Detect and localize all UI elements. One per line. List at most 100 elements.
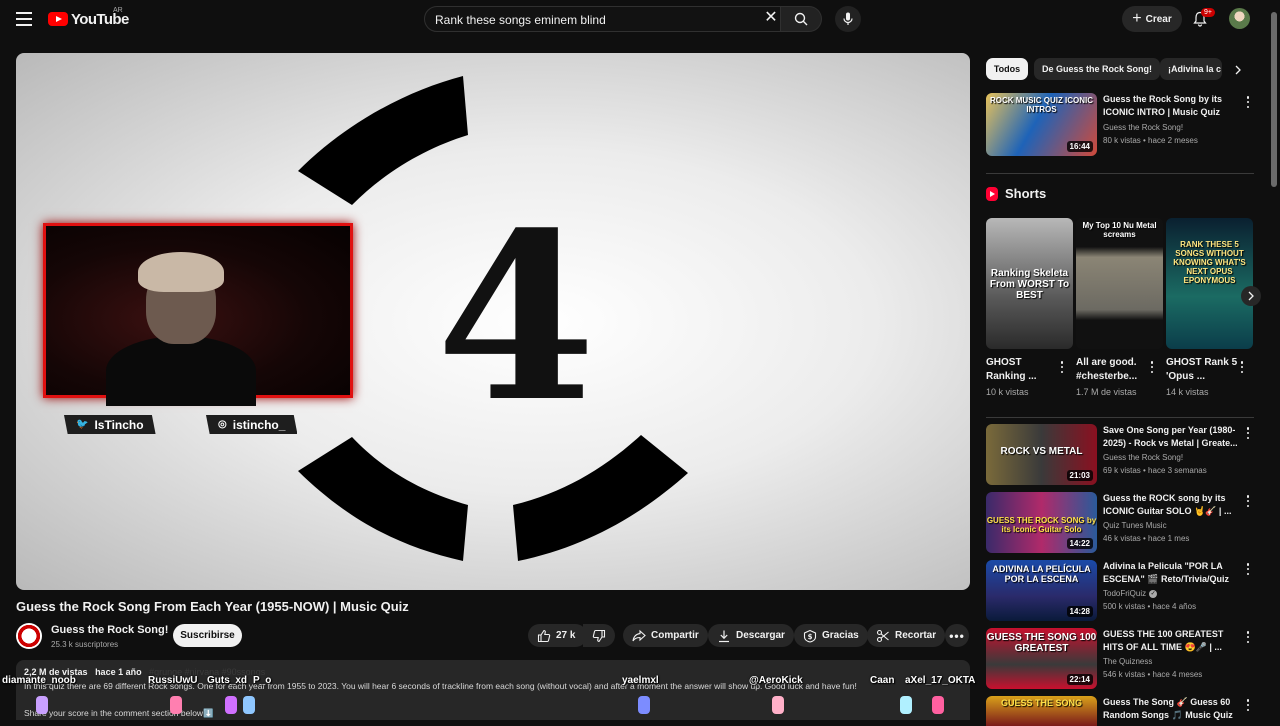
video-title-link[interactable]: Guess the ROCK song by its ICONIC Guitar… — [1103, 492, 1239, 518]
channel-avatar[interactable] — [16, 623, 42, 649]
share-icon — [632, 629, 646, 641]
short-title[interactable]: GHOST Rank 5 'Opus ... — [1166, 356, 1238, 384]
overlay-viewer-name: RussiUwU — [148, 675, 198, 686]
more-vert-icon[interactable] — [1238, 360, 1246, 374]
chevron-right-icon — [1248, 291, 1254, 301]
overlay-viewer-name: P_o — [253, 675, 272, 686]
short-title[interactable]: All are good. #chesterbe... — [1076, 356, 1148, 384]
more-vert-icon[interactable] — [1244, 494, 1252, 508]
video-thumbnail[interactable]: GUESS THE SONG — [986, 696, 1097, 726]
video-channel[interactable]: TodoFriQuiz ✓ — [1103, 589, 1158, 598]
thumbnail-caption: GUESS THE ROCK SONG by its Iconic Guitar… — [986, 516, 1097, 534]
voice-search-button[interactable] — [835, 6, 861, 32]
video-duration: 21:03 — [1066, 470, 1093, 481]
search-icon — [794, 12, 808, 26]
chevron-right-icon — [1235, 65, 1241, 75]
verified-icon: ✓ — [1149, 589, 1158, 598]
notifications-badge: 9+ — [1201, 8, 1215, 17]
twitter-handle: IsTincho — [94, 417, 144, 432]
thumbs-up-icon — [537, 629, 551, 642]
chip-adivina[interactable]: ¡Adivina la c — [1160, 58, 1222, 80]
more-vert-icon[interactable] — [1244, 630, 1252, 644]
more-vert-icon[interactable] — [1244, 562, 1252, 576]
share-button[interactable]: Compartir — [623, 624, 708, 647]
short-views: 14 k vistas — [1166, 387, 1209, 397]
video-title-link[interactable]: GUESS THE 100 GREATEST HITS OF ALL TIME … — [1103, 628, 1239, 654]
short-views: 10 k vistas — [986, 387, 1029, 397]
account-avatar[interactable] — [1229, 8, 1250, 29]
download-button[interactable]: Descargar — [708, 624, 794, 647]
video-thumbnail[interactable]: ROCK MUSIC QUIZ ICONIC INTROS 16:44 — [986, 93, 1097, 156]
video-title-link[interactable]: Guess the Rock Song by its ICONIC INTRO … — [1103, 93, 1239, 119]
description-box[interactable]: 2,2 M de vistas hace 1 año #grunge #nirv… — [16, 660, 970, 720]
streamer-body — [106, 336, 256, 406]
short-thumbnail[interactable]: Ranking Skeleta From WORST To BEST — [986, 218, 1073, 349]
video-channel[interactable]: Guess the Rock Song! — [1103, 123, 1183, 132]
video-meta: 69 k vistas • hace 3 semanas — [1103, 466, 1207, 475]
super-thanks-icon: $ — [803, 629, 817, 643]
create-button[interactable]: + Crear — [1122, 6, 1182, 32]
video-title-link[interactable]: Save One Song per Year (1980-2025) - Roc… — [1103, 424, 1239, 450]
overlay-viewer-name: aXel_17_OKTA — [905, 675, 976, 686]
video-duration: 16:44 — [1066, 141, 1093, 152]
short-title[interactable]: GHOST Ranking ... — [986, 356, 1058, 384]
short-thumbnail[interactable]: My Top 10 Nu Metal screams — [1076, 218, 1163, 349]
more-vert-icon[interactable] — [1244, 698, 1252, 712]
clear-search-icon[interactable]: ✕ — [762, 9, 780, 27]
video-thumbnail[interactable]: GUESS THE ROCK SONG by its Iconic Guitar… — [986, 492, 1097, 553]
search-button[interactable] — [781, 6, 822, 32]
video-channel[interactable]: Guess the Rock Song! — [1103, 453, 1183, 462]
chip-all[interactable]: Todos — [986, 58, 1028, 80]
menu-icon[interactable] — [12, 8, 36, 30]
overlay-avatar-sprite — [243, 696, 255, 714]
chips-next-button[interactable] — [1229, 61, 1247, 79]
clip-label: Recortar — [895, 630, 937, 641]
search-input[interactable]: Rank these songs eminem blind — [424, 6, 781, 32]
overlay-avatar-sprite — [772, 696, 784, 714]
notifications-button[interactable]: 9+ — [1190, 8, 1215, 30]
shorts-next-button[interactable] — [1241, 286, 1261, 306]
dislike-button[interactable] — [583, 624, 615, 647]
video-meta: 80 k vistas • hace 2 meses — [1103, 136, 1198, 145]
webcam-overlay — [43, 223, 353, 406]
ring-segment-bottom-right — [513, 435, 688, 561]
overlay-viewer-name: @AeroKick — [749, 675, 803, 686]
thanks-button[interactable]: $ Gracias — [794, 624, 868, 647]
clip-button[interactable]: Recortar — [867, 624, 946, 647]
overlay-avatar-sprite — [225, 696, 237, 714]
overlay-avatar-sprite — [638, 696, 650, 714]
more-vert-icon[interactable] — [1244, 426, 1252, 440]
more-vert-icon[interactable] — [1244, 95, 1252, 109]
youtube-logo[interactable]: YouTube AR — [48, 7, 129, 28]
subscribe-button[interactable]: Suscribirse — [173, 624, 242, 647]
video-title-link[interactable]: Adivina la Pelicula "POR LA ESCENA" 🎬 Re… — [1103, 560, 1239, 586]
thumbnail-caption: GUESS THE SONG — [1000, 698, 1082, 708]
video-channel[interactable]: Quiz Tunes Music — [1103, 521, 1167, 530]
video-thumbnail[interactable]: ADIVINA LA PELÍCULA POR LA ESCENA 14:28 — [986, 560, 1097, 621]
like-button[interactable]: 27 k — [528, 624, 588, 647]
video-title: Guess the Rock Song From Each Year (1955… — [16, 599, 409, 614]
more-vert-icon[interactable] — [1148, 360, 1156, 374]
download-label: Descargar — [736, 630, 785, 641]
short-thumbnail[interactable]: RANK THESE 5 SONGS WITHOUT KNOWING WHAT'… — [1166, 218, 1253, 349]
like-count: 27 k — [556, 630, 576, 641]
shorts-heading-text: Shorts — [1005, 186, 1047, 201]
video-player[interactable]: 4 🐦 IsTincho ◎ istincho_ — [16, 53, 970, 590]
overlay-avatar-sprite — [170, 696, 182, 714]
channel-name[interactable]: Guess the Rock Song! — [51, 624, 168, 636]
ring-segment-bottom-left — [298, 437, 468, 561]
more-vert-icon[interactable] — [1058, 360, 1066, 374]
upload-age: hace 1 año — [95, 667, 142, 677]
page-scrollbar[interactable] — [1271, 12, 1277, 187]
video-thumbnail[interactable]: ROCK VS METAL 21:03 — [986, 424, 1097, 485]
more-horizontal-icon: ••• — [949, 628, 965, 643]
video-duration: 14:22 — [1066, 538, 1093, 549]
search-input-value: Rank these songs eminem blind — [435, 13, 606, 27]
thumbnail-caption: ROCK VS METAL — [1000, 446, 1083, 457]
youtube-play-icon — [48, 12, 68, 26]
more-actions-button[interactable]: ••• — [945, 624, 969, 647]
video-title-link[interactable]: Guess The Song 🎸 Guess 60 Random Songs 🎵… — [1103, 696, 1239, 722]
video-channel[interactable]: The Quizness — [1103, 657, 1152, 666]
chip-from-channel[interactable]: De Guess the Rock Song! — [1034, 58, 1161, 80]
video-thumbnail[interactable]: GUESS THE SONG 100 GREATEST 22:14 — [986, 628, 1097, 689]
